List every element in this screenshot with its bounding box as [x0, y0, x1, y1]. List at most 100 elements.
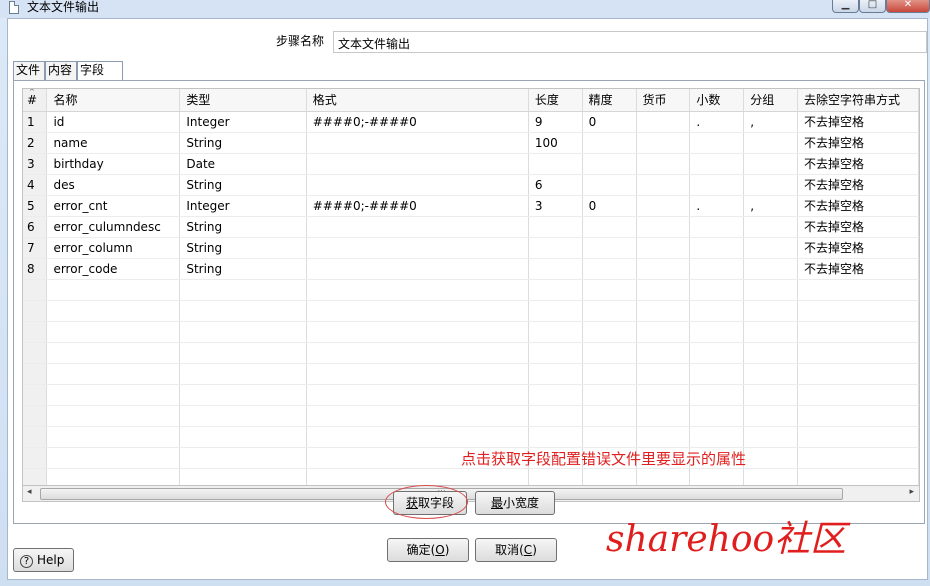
empty-cell[interactable]: [797, 300, 919, 322]
empty-cell[interactable]: [797, 426, 919, 448]
empty-cell[interactable]: [689, 300, 745, 322]
empty-cell[interactable]: [306, 279, 529, 301]
empty-cell[interactable]: [636, 279, 691, 301]
cell-group[interactable]: [743, 237, 799, 259]
empty-cell[interactable]: [23, 300, 48, 322]
empty-row[interactable]: [23, 384, 919, 406]
empty-cell[interactable]: [179, 447, 307, 469]
empty-cell[interactable]: [306, 300, 529, 322]
cell-group[interactable]: [743, 153, 799, 175]
cell-decimal[interactable]: [689, 216, 745, 238]
cell-currency[interactable]: [636, 195, 691, 217]
cell-currency[interactable]: [636, 237, 691, 259]
horizontal-scrollbar[interactable]: ◂ ||| ▸: [22, 485, 920, 502]
cell-name[interactable]: birthday: [46, 153, 181, 175]
cell-trim-type[interactable]: 不去掉空格: [797, 111, 919, 133]
cell-format[interactable]: ####0;-####0: [306, 195, 529, 217]
empty-cell[interactable]: [46, 342, 181, 364]
empty-cell[interactable]: [179, 342, 307, 364]
empty-cell[interactable]: [743, 468, 799, 485]
cell-type[interactable]: String: [179, 132, 307, 154]
cell-length[interactable]: [528, 216, 583, 238]
help-button[interactable]: ? Help: [13, 548, 74, 572]
empty-cell[interactable]: [46, 405, 181, 427]
cell-name[interactable]: error_cnt: [46, 195, 181, 217]
tab-content[interactable]: 内容: [45, 61, 77, 80]
empty-cell[interactable]: [797, 468, 919, 485]
empty-cell[interactable]: [582, 342, 637, 364]
cell-name[interactable]: error_column: [46, 237, 181, 259]
empty-cell[interactable]: [179, 405, 307, 427]
table-row[interactable]: 3 birthday Date 不去掉空格: [23, 153, 919, 175]
empty-row[interactable]: [23, 363, 919, 385]
empty-row[interactable]: [23, 279, 919, 301]
step-name-input[interactable]: 文本文件输出: [333, 31, 927, 53]
column-header-group[interactable]: 分组: [743, 89, 799, 112]
empty-cell[interactable]: [743, 342, 799, 364]
empty-cell[interactable]: [23, 321, 48, 343]
close-button[interactable]: ✕: [886, 0, 930, 13]
cell-precision[interactable]: [582, 216, 637, 238]
empty-cell[interactable]: [179, 363, 307, 385]
column-header-length[interactable]: 长度: [528, 89, 583, 112]
empty-cell[interactable]: [743, 405, 799, 427]
cell-idx[interactable]: 5: [23, 195, 48, 217]
empty-cell[interactable]: [689, 405, 745, 427]
empty-cell[interactable]: [306, 405, 529, 427]
empty-cell[interactable]: [306, 321, 529, 343]
empty-cell[interactable]: [797, 384, 919, 406]
cell-precision[interactable]: [582, 174, 637, 196]
empty-cell[interactable]: [528, 426, 583, 448]
cell-trim-type[interactable]: 不去掉空格: [797, 216, 919, 238]
empty-cell[interactable]: [743, 426, 799, 448]
empty-cell[interactable]: [528, 384, 583, 406]
cell-trim-type[interactable]: 不去掉空格: [797, 237, 919, 259]
empty-cell[interactable]: [46, 426, 181, 448]
cell-precision[interactable]: [582, 258, 637, 280]
empty-cell[interactable]: [46, 321, 181, 343]
empty-cell[interactable]: [582, 300, 637, 322]
empty-cell[interactable]: [23, 279, 48, 301]
cell-name[interactable]: id: [46, 111, 181, 133]
empty-cell[interactable]: [306, 342, 529, 364]
cell-currency[interactable]: [636, 153, 691, 175]
cell-currency[interactable]: [636, 111, 691, 133]
empty-cell[interactable]: [689, 426, 745, 448]
empty-cell[interactable]: [582, 405, 637, 427]
cell-format[interactable]: ####0;-####0: [306, 111, 529, 133]
cell-group[interactable]: [743, 216, 799, 238]
cell-type[interactable]: Integer: [179, 111, 307, 133]
empty-cell[interactable]: [743, 300, 799, 322]
cell-length[interactable]: 9: [528, 111, 583, 133]
column-header-currency[interactable]: 货币: [636, 89, 691, 112]
empty-cell[interactable]: [689, 321, 745, 343]
empty-cell[interactable]: [582, 279, 637, 301]
empty-cell[interactable]: [528, 405, 583, 427]
empty-cell[interactable]: [743, 363, 799, 385]
cell-idx[interactable]: 4: [23, 174, 48, 196]
empty-cell[interactable]: [528, 321, 583, 343]
cell-group[interactable]: [743, 132, 799, 154]
empty-cell[interactable]: [689, 279, 745, 301]
empty-cell[interactable]: [528, 279, 583, 301]
empty-cell[interactable]: [636, 405, 691, 427]
maximize-button[interactable]: □: [859, 0, 886, 13]
empty-cell[interactable]: [179, 300, 307, 322]
cell-name[interactable]: name: [46, 132, 181, 154]
empty-cell[interactable]: [23, 447, 48, 469]
cell-length[interactable]: [528, 153, 583, 175]
cell-idx[interactable]: 6: [23, 216, 48, 238]
cell-precision[interactable]: 0: [582, 111, 637, 133]
empty-cell[interactable]: [582, 468, 637, 485]
empty-cell[interactable]: [46, 363, 181, 385]
cell-currency[interactable]: [636, 132, 691, 154]
table-row[interactable]: 5 error_cnt Integer ####0;-####0 3 0., 不去掉空格: [23, 195, 919, 217]
empty-cell[interactable]: [179, 426, 307, 448]
table-row[interactable]: 2 name String 100 不去掉空格: [23, 132, 919, 154]
empty-cell[interactable]: [636, 426, 691, 448]
empty-cell[interactable]: [636, 300, 691, 322]
empty-cell[interactable]: [743, 279, 799, 301]
empty-cell[interactable]: [797, 405, 919, 427]
empty-cell[interactable]: [689, 363, 745, 385]
empty-cell[interactable]: [582, 384, 637, 406]
